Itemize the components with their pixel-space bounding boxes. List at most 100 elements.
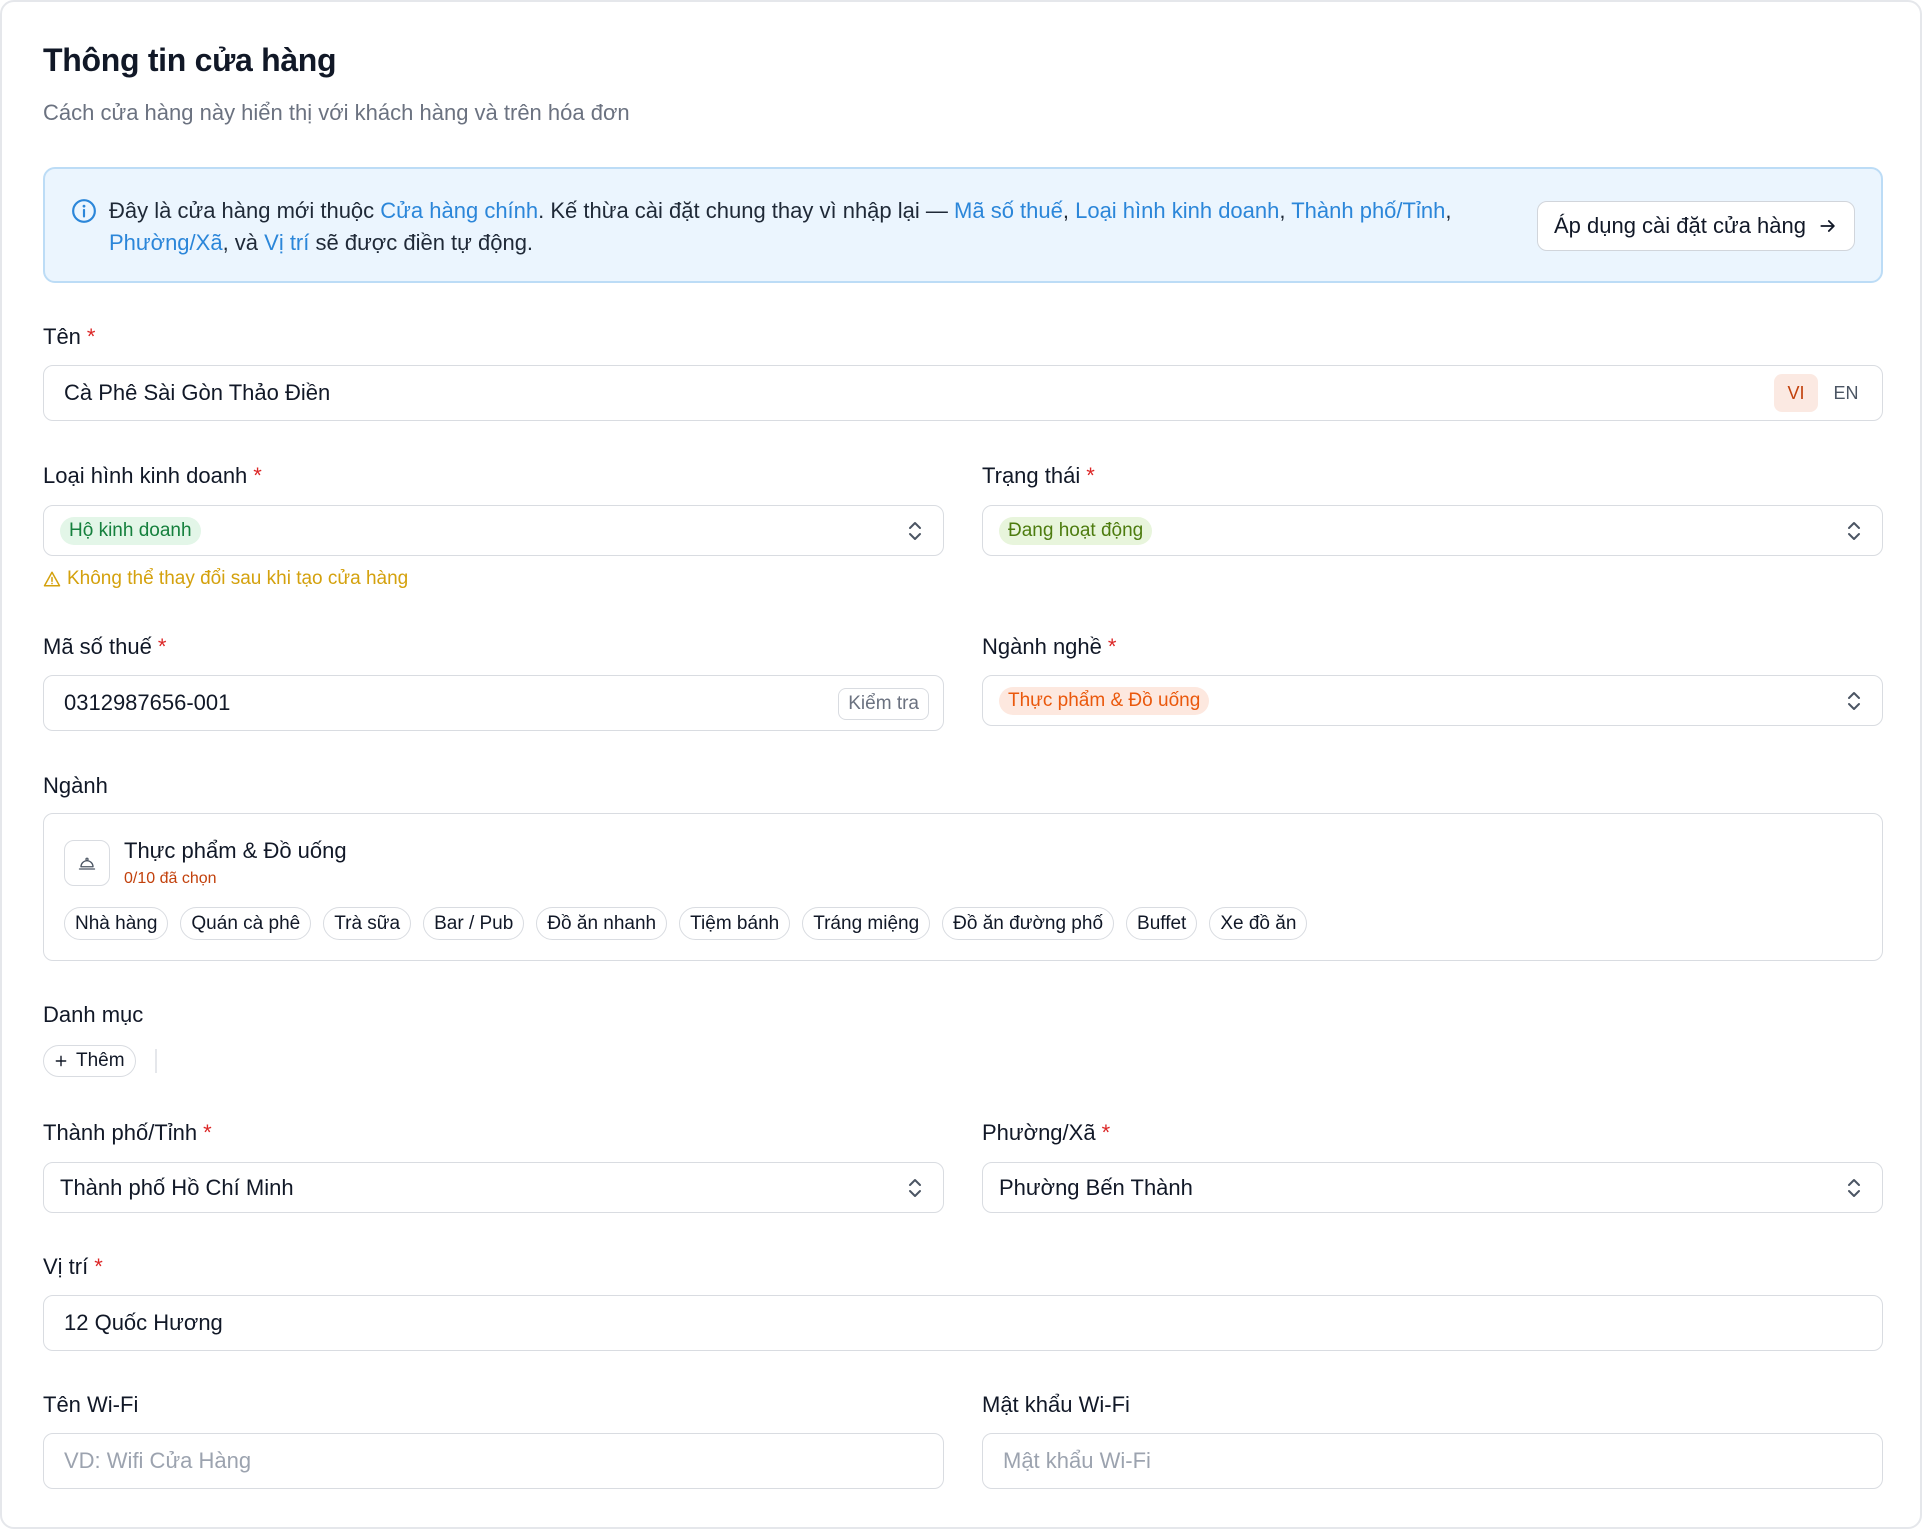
location-input[interactable]: 12 Quốc Hương bbox=[43, 1295, 1883, 1351]
banner-text-sep: , bbox=[1279, 198, 1292, 223]
industry-label: Ngành bbox=[43, 773, 108, 798]
tax-id-value: 0312987656-001 bbox=[64, 690, 231, 715]
banner-text-part: sẽ được điền tự động. bbox=[309, 230, 534, 255]
city-value: Thành phố Hồ Chí Minh bbox=[60, 1174, 294, 1200]
chevron-up-down-icon bbox=[1848, 691, 1860, 710]
required-marker: * bbox=[253, 463, 262, 488]
required-marker: * bbox=[94, 1254, 103, 1279]
tax-id-link[interactable]: Mã số thuế bbox=[954, 198, 1063, 223]
ward-label: Phường/Xã * bbox=[982, 1120, 1110, 1146]
industry-chip[interactable]: Đồ ăn đường phố bbox=[942, 907, 1115, 940]
check-tax-id-button[interactable]: Kiểm tra bbox=[838, 688, 929, 720]
apply-store-settings-button[interactable]: Áp dụng cài đặt cửa hàng bbox=[1536, 201, 1855, 251]
banner-text-part: Đây là cửa hàng mới thuộc bbox=[109, 198, 381, 223]
industry-chip[interactable]: Trà sữa bbox=[323, 907, 412, 940]
city-label-text: Thành phố/Tỉnh bbox=[43, 1120, 198, 1145]
location-label: Vị trí * bbox=[43, 1254, 103, 1280]
sector-label-text: Ngành nghề bbox=[982, 634, 1102, 659]
arrow-right-icon bbox=[1820, 220, 1835, 232]
wifi-name-placeholder: VD: Wifi Cửa Hàng bbox=[64, 1448, 252, 1473]
industry-chip[interactable]: Quán cà phê bbox=[180, 907, 312, 940]
required-marker: * bbox=[1101, 1120, 1111, 1145]
location-link[interactable]: Vị trí bbox=[264, 230, 309, 255]
ward-select[interactable]: Phường Bến Thành bbox=[982, 1162, 1883, 1213]
status-select[interactable]: Đang hoạt động bbox=[982, 505, 1883, 556]
cloche-icon bbox=[64, 840, 110, 886]
sector-label: Ngành nghề * bbox=[982, 634, 1116, 660]
cloche-icon-svg bbox=[78, 857, 96, 870]
banner-text-part: . Kế thừa cài đặt chung thay vì nhập lại… bbox=[538, 198, 955, 223]
industry-chip[interactable]: Tráng miệng bbox=[802, 907, 931, 940]
required-marker: * bbox=[86, 324, 96, 349]
city-link[interactable]: Thành phố/Tỉnh bbox=[1291, 198, 1445, 223]
chevron-up-down-icon bbox=[1848, 1178, 1860, 1197]
plus-icon bbox=[55, 1055, 67, 1067]
industry-group: Thực phẩm & Đồ uống 0/10 đã chọn Nhà hàn… bbox=[43, 813, 1883, 961]
page-subtitle: Cách cửa hàng này hiển thị với khách hàn… bbox=[43, 100, 630, 125]
banner-text-sep: , bbox=[1062, 198, 1076, 223]
lang-en-button[interactable]: EN bbox=[1824, 374, 1868, 412]
industry-chip[interactable]: Nhà hàng bbox=[64, 907, 169, 940]
wifi-password-label: Mật khẩu Wi-Fi bbox=[982, 1392, 1130, 1417]
industry-chip[interactable]: Buffet bbox=[1126, 907, 1198, 940]
industry-group-name: Thực phẩm & Đồ uống bbox=[124, 838, 347, 863]
chevron-up-down-icon bbox=[909, 1178, 921, 1197]
tax-id-label-text: Mã số thuế bbox=[43, 634, 152, 659]
industry-chip[interactable]: Tiệm bánh bbox=[679, 907, 791, 940]
language-toggle: VI EN bbox=[1774, 374, 1868, 412]
industry-chip[interactable]: Xe đồ ăn bbox=[1209, 907, 1308, 940]
required-marker: * bbox=[1086, 463, 1095, 488]
sector-value: Thực phẩm & Đồ uống bbox=[999, 686, 1210, 715]
page-title: Thông tin cửa hàng bbox=[43, 42, 337, 78]
city-select[interactable]: Thành phố Hồ Chí Minh bbox=[43, 1162, 944, 1213]
chevron-up-down-icon bbox=[909, 521, 921, 540]
add-category-label: Thêm bbox=[76, 1050, 125, 1071]
industry-chip[interactable]: Đồ ăn nhanh bbox=[536, 907, 668, 940]
industry-chip[interactable]: Bar / Pub bbox=[423, 907, 525, 940]
ward-value: Phường Bến Thành bbox=[999, 1174, 1193, 1200]
business-type-label: Loại hình kinh doanh * bbox=[43, 463, 262, 489]
city-label: Thành phố/Tỉnh * bbox=[43, 1120, 212, 1146]
apply-button-label: Áp dụng cài đặt cửa hàng bbox=[1553, 213, 1806, 238]
lang-vi-button[interactable]: VI bbox=[1774, 374, 1818, 412]
category-label: Danh mục bbox=[43, 1002, 144, 1027]
add-category-button[interactable]: Thêm bbox=[43, 1045, 136, 1077]
name-label-text: Tên bbox=[43, 324, 81, 349]
parent-store-link[interactable]: Cửa hàng chính bbox=[380, 198, 538, 223]
industry-chips: Nhà hàng Quán cà phê Trà sữa Bar / Pub Đ… bbox=[64, 907, 1308, 940]
wifi-name-label: Tên Wi-Fi bbox=[43, 1392, 139, 1417]
wifi-password-placeholder: Mật khẩu Wi-Fi bbox=[1003, 1448, 1151, 1473]
wifi-password-input[interactable]: Mật khẩu Wi-Fi bbox=[982, 1433, 1883, 1489]
warning-triangle-icon bbox=[43, 571, 61, 587]
tax-id-label: Mã số thuế * bbox=[43, 634, 166, 660]
status-label-text: Trạng thái bbox=[982, 463, 1081, 488]
chevron-up-down-icon bbox=[1848, 521, 1860, 540]
required-marker: * bbox=[203, 1120, 212, 1145]
required-marker: * bbox=[1107, 634, 1117, 659]
status-value: Đang hoạt động bbox=[999, 516, 1153, 545]
business-type-value: Hộ kinh doanh bbox=[60, 516, 201, 545]
store-info-panel: Thông tin cửa hàng Cách cửa hàng này hiể… bbox=[0, 0, 1922, 1529]
category-divider bbox=[155, 1049, 157, 1073]
banner-text: Đây là cửa hàng mới thuộc Cửa hàng chính… bbox=[109, 195, 1489, 259]
location-label-text: Vị trí bbox=[43, 1254, 89, 1279]
business-type-warning: Không thể thay đổi sau khi tạo cửa hàng bbox=[43, 568, 408, 590]
banner-text-sep: , và bbox=[222, 230, 265, 255]
banner-text-sep: , bbox=[1445, 198, 1452, 223]
info-circle-icon bbox=[72, 199, 96, 223]
wifi-name-input[interactable]: VD: Wifi Cửa Hàng bbox=[43, 1433, 944, 1489]
store-name-value: Cà Phê Sài Gòn Thảo Điền bbox=[64, 380, 331, 405]
ward-label-text: Phường/Xã bbox=[982, 1120, 1096, 1145]
industry-selected-count: 0/10 đã chọn bbox=[124, 870, 217, 887]
store-name-input[interactable]: Cà Phê Sài Gòn Thảo Điền VI EN bbox=[43, 365, 1883, 421]
business-type-select[interactable]: Hộ kinh doanh bbox=[43, 505, 944, 556]
required-marker: * bbox=[157, 634, 167, 659]
sector-select[interactable]: Thực phẩm & Đồ uống bbox=[982, 675, 1883, 726]
status-label: Trạng thái * bbox=[982, 463, 1095, 489]
location-value: 12 Quốc Hương bbox=[64, 1310, 223, 1335]
business-type-link[interactable]: Loại hình kinh doanh bbox=[1075, 198, 1279, 223]
tax-id-input[interactable]: 0312987656-001 Kiểm tra bbox=[43, 675, 944, 731]
ward-link[interactable]: Phường/Xã bbox=[109, 230, 223, 255]
inherit-settings-banner: Đây là cửa hàng mới thuộc Cửa hàng chính… bbox=[43, 167, 1883, 283]
business-type-label-text: Loại hình kinh doanh bbox=[43, 463, 248, 488]
